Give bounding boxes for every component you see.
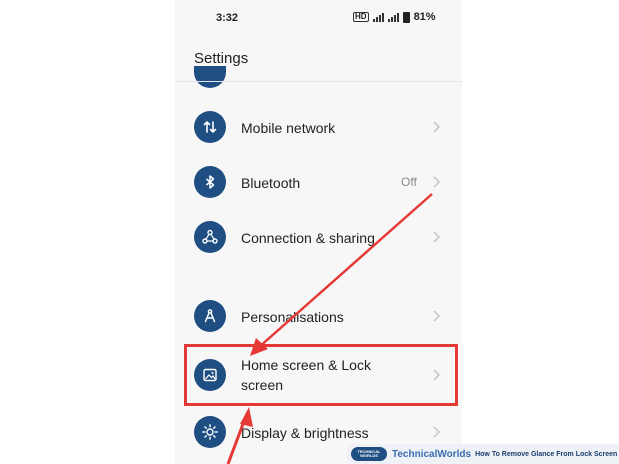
signal-icon: [387, 12, 399, 22]
chevron-right-icon: [433, 231, 441, 243]
partial-settings-icon: [194, 66, 226, 88]
watermark-caption: How To Remove Glance From Lock Screen: [475, 450, 618, 458]
settings-item-label: Mobile network: [241, 120, 336, 136]
watermark-logo: TECHNICAL WORLDS: [351, 447, 387, 461]
chevron-right-icon: [433, 121, 441, 133]
watermark-banner: TECHNICAL WORLDS TechnicalWorlds How To …: [346, 444, 619, 464]
watermark-brand: TechnicalWorlds: [392, 448, 472, 460]
highlight-box: [184, 344, 458, 406]
settings-item-label: Display & brightness: [241, 425, 369, 441]
status-icons: HD 81%: [353, 11, 436, 23]
status-time: 3:32: [216, 12, 239, 24]
header-divider: [175, 81, 462, 82]
status-bar: 3:32 HD 81%: [175, 0, 462, 36]
bluetooth-status: Off: [401, 175, 417, 189]
bluetooth-icon: [194, 166, 226, 198]
page-title: Settings: [194, 50, 249, 67]
settings-item-connection-sharing[interactable]: Connection & sharing: [175, 217, 462, 261]
compass-icon: [194, 300, 226, 332]
hd-badge: HD: [353, 12, 369, 22]
settings-item-label: Personalisations: [241, 309, 344, 325]
battery-percent: 81%: [413, 11, 436, 23]
settings-item-mobile-network[interactable]: Mobile network: [175, 107, 462, 151]
connection-icon: [194, 221, 226, 253]
chevron-right-icon: [433, 176, 441, 188]
sun-icon: [194, 416, 226, 448]
settings-item-label: Bluetooth: [241, 175, 301, 191]
settings-item-label: Connection & sharing: [241, 230, 375, 246]
chevron-right-icon: [433, 426, 441, 438]
arrows-up-down-icon: [194, 111, 226, 143]
signal-icon: [372, 12, 384, 22]
settings-item-personalisations[interactable]: Personalisations: [175, 296, 462, 340]
settings-item-bluetooth[interactable]: Bluetooth Off: [175, 162, 462, 206]
chevron-right-icon: [433, 310, 441, 322]
battery-icon: [402, 11, 410, 23]
